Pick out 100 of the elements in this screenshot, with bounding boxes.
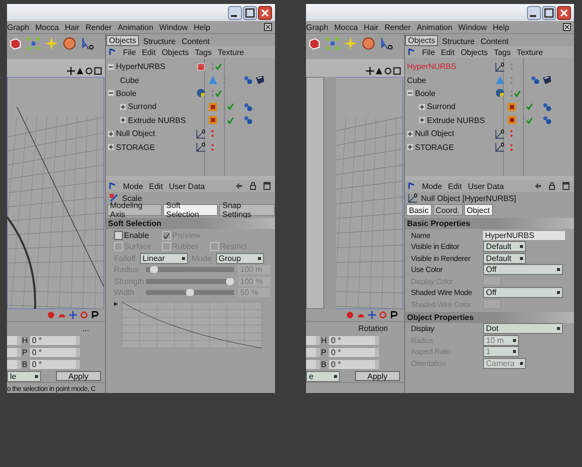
input-field[interactable] bbox=[7, 336, 21, 344]
menu-item[interactable]: Tags bbox=[494, 48, 511, 56]
close-icon[interactable] bbox=[258, 6, 272, 20]
record-icon[interactable] bbox=[47, 311, 55, 319]
cube-icon[interactable] bbox=[307, 36, 322, 51]
menu-item[interactable]: Animation bbox=[416, 22, 452, 32]
dropdown[interactable]: Off bbox=[483, 287, 563, 298]
menu-item[interactable]: Mocca bbox=[35, 22, 59, 32]
lock-icon[interactable] bbox=[548, 182, 556, 190]
color-swatch[interactable] bbox=[483, 299, 501, 309]
menu-item[interactable]: Edit bbox=[448, 182, 462, 190]
menu-item[interactable]: Help bbox=[194, 22, 210, 32]
key-icon[interactable] bbox=[357, 311, 365, 319]
manager-tab[interactable]: Content bbox=[180, 37, 212, 46]
menu-item[interactable]: Edit bbox=[440, 48, 455, 56]
triangle-icon[interactable] bbox=[76, 67, 84, 75]
input-field[interactable] bbox=[306, 348, 320, 356]
checkmark-icon[interactable] bbox=[215, 90, 222, 97]
dropdown[interactable]: Default bbox=[483, 241, 526, 252]
menu-item[interactable]: Graph bbox=[7, 22, 30, 32]
menu-item[interactable]: Graph bbox=[306, 22, 328, 32]
input-field[interactable]: 0 ° bbox=[30, 336, 80, 344]
minimize-icon[interactable] bbox=[527, 6, 541, 20]
display-tag-icon[interactable] bbox=[542, 75, 552, 86]
window-icon[interactable] bbox=[562, 182, 570, 190]
window-icon[interactable] bbox=[393, 67, 401, 75]
menu-item[interactable]: Edit bbox=[142, 48, 156, 56]
expand-toggle[interactable] bbox=[120, 117, 126, 124]
visibility-dots-icon[interactable] bbox=[211, 129, 214, 138]
phong-tag-icon[interactable] bbox=[243, 115, 253, 126]
object-name[interactable]: STORAGE bbox=[415, 142, 454, 152]
visibility-dots-icon[interactable] bbox=[510, 129, 513, 138]
checkbox[interactable] bbox=[114, 230, 123, 240]
expand-toggle[interactable] bbox=[108, 130, 114, 137]
maximize-icon[interactable] bbox=[243, 6, 257, 20]
window-icon[interactable] bbox=[94, 67, 102, 75]
object-name[interactable]: Cube bbox=[120, 76, 140, 85]
pointer-icon[interactable] bbox=[109, 48, 117, 56]
back-arrow-icon[interactable] bbox=[235, 182, 243, 190]
menu-item[interactable]: Mode bbox=[123, 182, 144, 190]
minimize-icon[interactable] bbox=[228, 6, 242, 20]
cube-icon[interactable] bbox=[8, 36, 23, 51]
attribute-tab[interactable]: Coord. bbox=[432, 204, 463, 216]
dropdown[interactable]: Group bbox=[216, 252, 264, 264]
object-name[interactable]: Surrond bbox=[128, 102, 156, 112]
menu-item[interactable]: Help bbox=[492, 22, 510, 32]
manager-tab[interactable]: Structure bbox=[141, 37, 178, 46]
back-arrow-icon[interactable] bbox=[534, 182, 542, 190]
key-icon[interactable] bbox=[58, 311, 66, 319]
move-icon[interactable] bbox=[67, 67, 75, 75]
menu-item[interactable]: User Data bbox=[468, 182, 504, 190]
phong-tag-icon[interactable] bbox=[542, 115, 552, 126]
object-name[interactable]: Boole bbox=[116, 88, 136, 98]
input-field[interactable] bbox=[7, 360, 21, 368]
mode-dropdown[interactable]: le bbox=[7, 370, 41, 382]
input-field[interactable] bbox=[306, 336, 320, 344]
rotate-icon[interactable] bbox=[85, 67, 93, 75]
menu-item[interactable]: Mode bbox=[422, 182, 442, 190]
input-field[interactable]: 0 ° bbox=[329, 348, 379, 356]
window-icon[interactable] bbox=[263, 182, 271, 190]
checkmark-icon[interactable] bbox=[215, 63, 222, 70]
phong-tag-icon[interactable] bbox=[243, 102, 253, 112]
object-name[interactable]: Surrond bbox=[427, 102, 456, 112]
close-icon[interactable] bbox=[264, 23, 272, 31]
object-name[interactable]: Boole bbox=[415, 88, 436, 98]
pointer-icon[interactable] bbox=[109, 182, 117, 190]
lock-icon[interactable] bbox=[249, 182, 257, 190]
triangle-icon[interactable] bbox=[375, 67, 383, 75]
input-field[interactable]: HyperNURBS bbox=[483, 230, 565, 240]
expand-toggle[interactable] bbox=[419, 104, 425, 110]
attribute-tab[interactable]: Basic bbox=[406, 204, 432, 216]
input-field[interactable]: 0 ° bbox=[329, 360, 379, 368]
pointer-icon[interactable] bbox=[408, 48, 416, 56]
menu-item[interactable]: User Data bbox=[168, 182, 205, 190]
checkmark-icon[interactable] bbox=[227, 103, 234, 110]
dropdown[interactable]: Dot bbox=[483, 323, 563, 334]
menu-item[interactable]: Texture bbox=[516, 48, 543, 56]
nodes-icon[interactable] bbox=[325, 36, 340, 51]
menu-item[interactable]: Texture bbox=[218, 48, 244, 56]
star-icon[interactable] bbox=[44, 36, 59, 51]
attribute-tab[interactable]: Snap Settings bbox=[219, 204, 275, 216]
menu-item[interactable]: Animation bbox=[118, 22, 154, 32]
attribute-tab[interactable]: Soft Selection bbox=[163, 204, 218, 216]
menu-item[interactable]: Edit bbox=[149, 182, 163, 190]
menu-item[interactable]: Objects bbox=[162, 48, 189, 56]
menu-item[interactable]: Hair bbox=[64, 22, 80, 32]
checkmark-icon[interactable] bbox=[526, 103, 533, 110]
close-icon[interactable] bbox=[563, 23, 571, 31]
rotate-icon[interactable] bbox=[384, 67, 392, 75]
menu-item[interactable]: Mocca bbox=[334, 22, 358, 32]
manager-tab[interactable]: Objects bbox=[405, 35, 438, 46]
expand-toggle[interactable] bbox=[407, 130, 413, 137]
input-field[interactable] bbox=[7, 348, 21, 356]
move-icon[interactable] bbox=[366, 67, 374, 75]
expand-toggle[interactable] bbox=[407, 144, 413, 150]
maximize-icon[interactable] bbox=[542, 6, 556, 20]
parameter-icon[interactable] bbox=[91, 311, 99, 319]
input-field[interactable]: 0 ° bbox=[329, 336, 379, 344]
dropdown[interactable]: Off bbox=[483, 264, 563, 275]
menu-item[interactable]: Render bbox=[384, 22, 411, 32]
